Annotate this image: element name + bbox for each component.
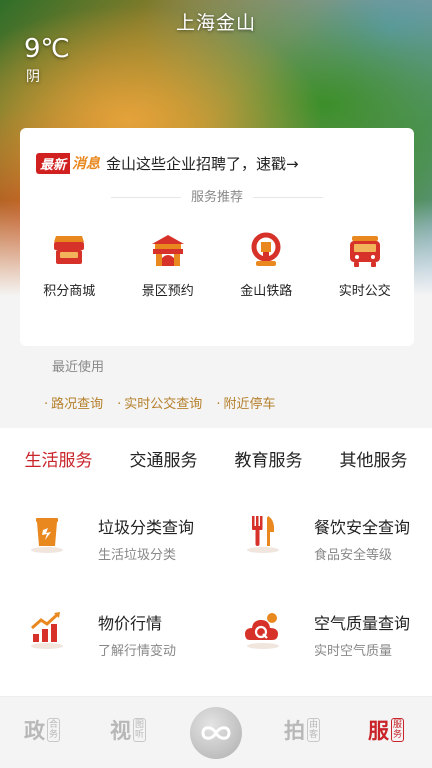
service-card: 最新 消息 金山这些企业招聘了，速戳→ 服务推荐 积分商城 景区预约 金山铁路 … xyxy=(20,128,414,346)
tab-education-services[interactable]: 教育服务 xyxy=(231,444,307,473)
service-subtitle: 生活垃圾分类 xyxy=(98,548,177,563)
service-title: 餐饮安全查询 xyxy=(314,518,411,537)
recommend-item-label: 景区预约 xyxy=(141,284,194,299)
tab-life-services[interactable]: 生活服务 xyxy=(21,444,97,473)
service-subtitle: 了解行情变动 xyxy=(98,644,177,659)
recommend-item-label: 实时公交 xyxy=(338,284,391,299)
nav-services[interactable]: 服 服 务 xyxy=(368,715,405,745)
nav-government[interactable]: 政 合 务 xyxy=(24,715,61,745)
nav-sub-char: 听 xyxy=(135,730,145,740)
nav-main-label: 政 xyxy=(24,719,45,743)
news-text[interactable]: 金山这些企业招聘了，速戳→ xyxy=(106,153,299,174)
railway-icon xyxy=(247,232,285,270)
center-home-button[interactable] xyxy=(190,707,242,759)
service-title: 空气质量查询 xyxy=(314,614,411,633)
life-services-section: 生活服务 交通服务 教育服务 其他服务 垃圾分类查询 生活垃圾分类 餐饮安全查询… xyxy=(0,428,432,696)
nav-sub-label: 图 听 xyxy=(133,718,147,742)
service-subtitle: 实时空气质量 xyxy=(314,644,393,659)
recommend-title: 服务推荐 xyxy=(190,190,243,205)
service-title: 垃圾分类查询 xyxy=(98,518,195,537)
nav-sub-char: 务 xyxy=(49,730,59,740)
nav-main-label: 视 xyxy=(110,719,131,743)
nav-photo[interactable]: 拍 由 客 xyxy=(284,715,321,745)
recommend-grid: 积分商城 景区预约 金山铁路 实时公交 xyxy=(20,232,414,299)
city-title[interactable]: 上海金山 xyxy=(0,8,432,35)
nav-sub-char: 服 xyxy=(393,720,403,730)
fork-knife-icon xyxy=(242,512,284,554)
nav-main-label: 拍 xyxy=(284,719,305,743)
service-air-quality[interactable]: 空气质量查询 实时空气质量 xyxy=(216,598,426,668)
service-price-market[interactable]: 物价行情 了解行情变动 xyxy=(0,598,210,668)
nav-sub-label: 由 客 xyxy=(307,718,321,742)
recent-item-road[interactable]: 路况查询 xyxy=(44,393,103,412)
recommend-item-shop[interactable]: 积分商城 xyxy=(20,232,119,299)
news-badge: 最新 消息 xyxy=(36,152,106,174)
nav-video[interactable]: 视 图 听 xyxy=(110,715,147,745)
news-badge-main: 最新 xyxy=(36,152,71,174)
nav-sub-char: 由 xyxy=(309,720,319,730)
news-banner[interactable]: 最新 消息 金山这些企业招聘了，速戳→ xyxy=(36,152,299,174)
recommend-item-bus[interactable]: 实时公交 xyxy=(316,232,415,299)
weather-temperature: 9℃ xyxy=(24,34,70,64)
recent-item-parking[interactable]: 附近停车 xyxy=(216,393,275,412)
tab-other-services[interactable]: 其他服务 xyxy=(336,444,412,473)
service-title: 物价行情 xyxy=(98,614,163,633)
service-subtitle: 食品安全等级 xyxy=(314,548,393,563)
scenic-gate-icon xyxy=(149,232,187,270)
news-badge-sub: 消息 xyxy=(72,156,101,172)
cloud-q-icon xyxy=(242,608,284,650)
recommend-item-railway[interactable]: 金山铁路 xyxy=(217,232,316,299)
price-chart-icon xyxy=(26,608,68,650)
shop-icon xyxy=(50,232,88,270)
recommend-item-scenic[interactable]: 景区预约 xyxy=(119,232,218,299)
recent-label: 最近使用 xyxy=(52,360,105,375)
infinity-icon xyxy=(201,726,231,740)
recent-list: 路况查询 实时公交查询 附近停车 xyxy=(44,393,275,412)
trash-bin-icon xyxy=(26,512,68,554)
recommend-item-label: 积分商城 xyxy=(43,284,96,299)
nav-sub-char: 务 xyxy=(393,730,403,740)
bus-icon xyxy=(346,232,384,270)
service-food-safety[interactable]: 餐饮安全查询 食品安全等级 xyxy=(216,502,426,572)
nav-main-label: 服 xyxy=(368,719,389,743)
nav-sub-char: 图 xyxy=(135,720,145,730)
weather-description: 阴 xyxy=(26,69,40,85)
category-tabs: 生活服务 交通服务 教育服务 其他服务 xyxy=(0,444,432,473)
divider xyxy=(110,197,181,198)
bottom-nav: 政 合 务 视 图 听 拍 由 客 服 服 务 xyxy=(0,696,432,768)
nav-sub-label: 服 务 xyxy=(391,718,405,742)
divider xyxy=(253,197,323,198)
tab-traffic-services[interactable]: 交通服务 xyxy=(126,444,202,473)
recent-item-bus[interactable]: 实时公交查询 xyxy=(117,393,202,412)
nav-sub-char: 合 xyxy=(49,720,59,730)
service-trash-sorting[interactable]: 垃圾分类查询 生活垃圾分类 xyxy=(0,502,210,572)
nav-sub-label: 合 务 xyxy=(47,718,61,742)
nav-sub-char: 客 xyxy=(309,730,319,740)
recommend-item-label: 金山铁路 xyxy=(240,284,293,299)
recommend-header: 服务推荐 xyxy=(20,186,414,205)
